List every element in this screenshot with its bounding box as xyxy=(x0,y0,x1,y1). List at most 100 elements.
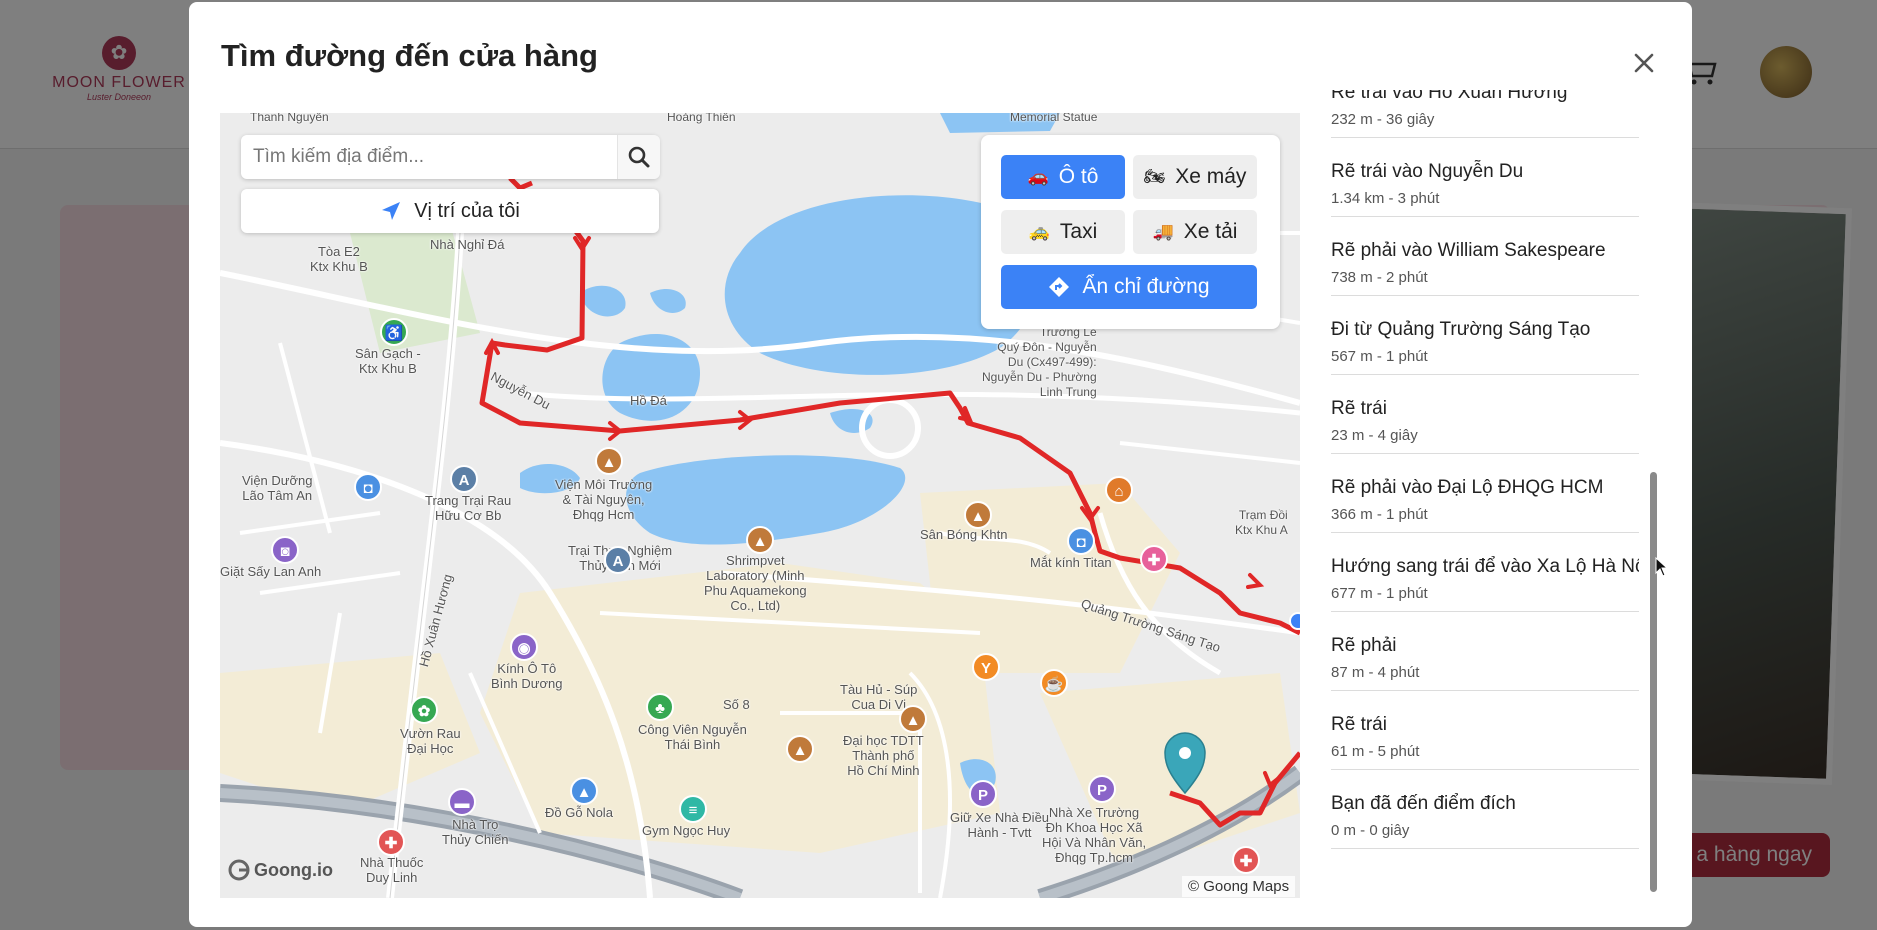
directions-modal: Tìm đường đến cửa hàng Thanh Nguyên Hoàn… xyxy=(189,2,1692,927)
step-distance: 87 m - 4 phút xyxy=(1331,664,1420,681)
ai-icon[interactable]: A xyxy=(450,465,478,493)
shop-icon[interactable]: ◘ xyxy=(1067,527,1095,555)
step-instruction: Rẽ trái vào Hồ Xuân Hương xyxy=(1331,90,1568,103)
truck-icon: 🚚 xyxy=(1152,222,1174,241)
cafe-icon[interactable]: ☕ xyxy=(1040,669,1068,697)
map-label: Kính Ô Tô Bình Dương xyxy=(491,661,563,691)
map-label: Nhà Xe Trường Đh Khoa Học Xã Hội Và Nhân… xyxy=(1042,805,1147,865)
map-label: Giữ Xe Nhà Điều Hành - Tvtt xyxy=(950,810,1050,840)
my-location-label: Vị trí của tôi xyxy=(414,199,520,222)
list-item[interactable]: Rẽ phải vào Đại Lộ ĐHQG HCM 366 m - 1 ph… xyxy=(1331,454,1639,533)
map-label: Viện Dưỡng Lão Tâm An xyxy=(242,473,313,503)
directions-scrollbar[interactable] xyxy=(1650,472,1657,892)
gym-icon[interactable]: ≡ xyxy=(679,795,707,823)
parking-icon[interactable]: P xyxy=(969,780,997,808)
vehicle-label: Ô tô xyxy=(1058,165,1099,188)
map-label: Công Viên Nguyễn Thái Bình xyxy=(638,722,747,752)
search-button[interactable] xyxy=(617,135,660,179)
list-item[interactable]: Rẽ trái vào Nguyễn Du 1.34 km - 3 phút xyxy=(1331,138,1639,217)
pharmacy-icon[interactable]: ✚ xyxy=(377,828,405,856)
step-instruction: Đi từ Quảng Trường Sáng Tạo xyxy=(1331,319,1591,340)
hospital-icon[interactable]: ✚ xyxy=(1140,545,1168,573)
directions-list[interactable]: Rẽ trái vào Hồ Xuân Hương 232 m - 36 giâ… xyxy=(1319,90,1639,925)
shop-icon[interactable]: ◘ xyxy=(354,473,382,501)
map-label: Gym Ngọc Huy xyxy=(642,823,731,838)
list-item[interactable]: Rẽ trái 61 m - 5 phút xyxy=(1331,691,1639,770)
park-icon[interactable]: ✿ xyxy=(410,696,438,724)
map-copyright[interactable]: © Goong Maps xyxy=(1182,876,1296,897)
vehicle-selector: 🚗 Ô tô 🏍 Xe máy 🚕 Taxi 🚚 Xe tải Ẩn chỉ đ… xyxy=(981,135,1280,329)
hotel-icon[interactable]: ▬ xyxy=(448,788,476,816)
step-instruction: Hướng sang trái để vào Xa Lộ Hà Nội xyxy=(1331,556,1639,577)
map-label: Đồ Gỗ Nola xyxy=(545,805,613,820)
map-label: Trường Lê Quý Đôn - Nguyễn Du (Cx497-499… xyxy=(982,325,1097,399)
step-instruction: Bạn đã đến điểm đích xyxy=(1331,793,1516,814)
laundry-icon[interactable]: ◙ xyxy=(271,536,299,564)
step-instruction: Rẽ phải vào William Sakespeare xyxy=(1331,240,1606,261)
park-icon[interactable]: ♿ xyxy=(380,318,408,346)
search-icon xyxy=(628,146,650,168)
map-label: Nhà Thuốc Duy Linh xyxy=(360,855,424,885)
map-label: Hoàng Thiên xyxy=(667,113,736,124)
directions-icon xyxy=(1049,277,1070,297)
map-label: Tòa E2 Ktx Khu B xyxy=(310,244,368,274)
list-item[interactable]: Hướng sang trái để vào Xa Lộ Hà Nội 677 … xyxy=(1331,533,1639,612)
step-distance: 366 m - 1 phút xyxy=(1331,506,1428,523)
step-distance: 567 m - 1 phút xyxy=(1331,348,1428,365)
pharmacy-icon[interactable]: ✚ xyxy=(1232,846,1260,874)
hide-route-label: Ẩn chỉ đường xyxy=(1082,275,1210,298)
map-label: Sân Gạch - Ktx Khu B xyxy=(355,346,421,376)
park-icon[interactable]: ♣ xyxy=(646,693,674,721)
vehicle-motorbike-button[interactable]: 🏍 Xe máy xyxy=(1133,155,1257,199)
store-icon[interactable]: ▲ xyxy=(570,777,598,805)
laundry-icon[interactable]: ⌂ xyxy=(1105,476,1133,504)
map-label: Sân Bóng Khtn xyxy=(920,527,1008,542)
list-item[interactable]: Bạn đã đến điểm đích 0 m - 0 giây xyxy=(1331,770,1639,849)
list-item[interactable]: Rẽ phải vào William Sakespeare 738 m - 2… xyxy=(1331,217,1639,296)
school-icon[interactable]: ▲ xyxy=(786,735,814,763)
step-instruction: Rẽ trái xyxy=(1331,398,1387,419)
map-view[interactable]: Thanh Nguyên Hoàng Thiên Memorial Statue… xyxy=(220,113,1300,898)
restaurant-icon[interactable]: Y xyxy=(972,653,1000,681)
vehicle-taxi-button[interactable]: 🚕 Taxi xyxy=(1001,210,1125,254)
mouse-cursor-icon xyxy=(1655,557,1669,577)
goong-brand: Goong.io xyxy=(254,859,333,880)
ai-icon[interactable]: A xyxy=(604,546,632,574)
step-distance: 1.34 km - 3 phút xyxy=(1331,190,1440,207)
my-location-button[interactable]: Vị trí của tôi xyxy=(241,189,659,233)
map-label: Shrimpvet Laboratory (Minh Phu Aquamekon… xyxy=(704,553,807,613)
step-instruction: Rẽ trái vào Nguyễn Du xyxy=(1331,161,1524,182)
location-arrow-icon xyxy=(382,202,401,220)
school-icon[interactable]: ▲ xyxy=(746,526,774,554)
school-icon[interactable]: ▲ xyxy=(964,501,992,529)
vehicle-truck-button[interactable]: 🚚 Xe tải xyxy=(1133,210,1257,254)
goong-logo-icon xyxy=(228,859,250,881)
vehicle-car-button[interactable]: 🚗 Ô tô xyxy=(1001,155,1125,199)
hide-route-button[interactable]: Ẩn chỉ đường xyxy=(1001,265,1257,309)
step-distance: 232 m - 36 giây xyxy=(1331,111,1435,128)
list-item[interactable]: Đi từ Quảng Trường Sáng Tạo 567 m - 1 ph… xyxy=(1331,296,1639,375)
school-icon[interactable]: ▲ xyxy=(899,705,927,733)
map-label: Đại học TDTT Thành phố Hồ Chí Minh xyxy=(843,733,924,778)
map-label: Nhà Nghỉ Đá xyxy=(430,237,505,252)
goong-logo[interactable]: Goong.io xyxy=(228,859,333,881)
car-shop-icon[interactable]: ◉ xyxy=(510,633,538,661)
step-distance: 738 m - 2 phút xyxy=(1331,269,1428,286)
parking-icon[interactable]: P xyxy=(1088,775,1116,803)
map-label: Memorial Statue xyxy=(1010,113,1098,124)
list-item[interactable]: Rẽ trái vào Hồ Xuân Hương 232 m - 36 giâ… xyxy=(1331,90,1639,138)
school-icon[interactable]: ▲ xyxy=(595,447,623,475)
modal-title: Tìm đường đến cửa hàng xyxy=(221,38,598,73)
step-instruction: Rẽ trái xyxy=(1331,714,1387,735)
vehicle-label: Xe tải xyxy=(1183,220,1238,243)
step-distance: 23 m - 4 giây xyxy=(1331,427,1418,444)
list-item[interactable]: Rẽ trái 23 m - 4 giây xyxy=(1331,375,1639,454)
search-input[interactable] xyxy=(241,135,611,179)
step-instruction: Rẽ phải xyxy=(1331,635,1397,656)
map-label: Hồ Đá xyxy=(630,393,667,408)
map-label: Thanh Nguyên xyxy=(250,113,329,124)
map-label: Mắt kính Titan xyxy=(1030,555,1112,570)
list-item[interactable]: Rẽ phải 87 m - 4 phút xyxy=(1331,612,1639,691)
search-bar xyxy=(241,135,660,179)
step-distance: 677 m - 1 phút xyxy=(1331,585,1428,602)
